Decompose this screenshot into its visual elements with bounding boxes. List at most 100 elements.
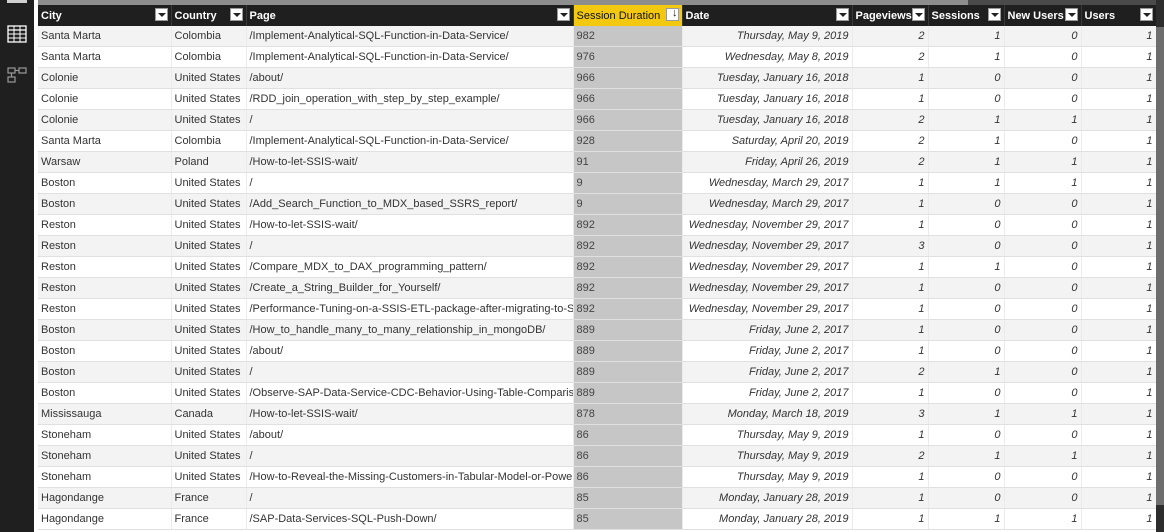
cell-city[interactable]: Reston [38,298,172,320]
column-header-new-users[interactable]: New Users [1004,5,1082,26]
cell-sessions[interactable]: 0 [928,487,1005,509]
cell-new-users[interactable]: 1 [1004,109,1082,131]
table-row[interactable]: Stoneham United States/86 Thursday, May 9,… [38,445,1156,467]
cell-new-users[interactable]: 0 [1004,235,1082,257]
cell-session-duration[interactable]: 892 [573,256,683,278]
cell-sessions[interactable]: 0 [928,193,1005,215]
cell-page[interactable]: /about/ [246,424,574,446]
cell-users[interactable]: 1 [1081,508,1156,530]
filter-dropdown-icon[interactable] [911,8,925,21]
cell-new-users[interactable]: 0 [1004,130,1082,152]
cell-session-duration[interactable]: 9 [573,193,683,215]
cell-page[interactable]: /How_to_handle_many_to_many_relationship… [246,319,574,341]
cell-pageviews[interactable]: 1 [852,277,929,299]
cell-session-duration[interactable]: 85 [573,487,683,509]
cell-users[interactable]: 1 [1081,151,1156,173]
cell-new-users[interactable]: 0 [1004,88,1082,110]
cell-city[interactable]: Colonie [38,109,172,131]
cell-date[interactable]: Wednesday, November 29, 2017 [682,235,853,257]
cell-country[interactable]: United States [171,466,247,488]
table-row[interactable]: Hagondange France/85 Monday, January 28, 2… [38,487,1156,509]
cell-date[interactable]: Wednesday, November 29, 2017 [682,214,853,236]
model-view-icon[interactable] [6,64,28,86]
cell-session-duration[interactable]: 966 [573,109,683,131]
cell-country[interactable]: United States [171,109,247,131]
table-row[interactable]: Mississauga Canada/How-to-let-SSIS-wait/8… [38,403,1156,425]
table-row[interactable]: Reston United States/Create_a_String_Buil… [38,277,1156,299]
vertical-scrollbar[interactable] [1156,0,1164,532]
table-row[interactable]: Stoneham United States/How-to-Reveal-the-… [38,466,1156,488]
cell-country[interactable]: France [171,487,247,509]
cell-pageviews[interactable]: 1 [852,340,929,362]
cell-city[interactable]: Colonie [38,67,172,89]
table-row[interactable]: Hagondange France/SAP-Data-Services-SQL-P… [38,508,1156,530]
cell-sessions[interactable]: 1 [928,361,1005,383]
cell-sessions[interactable]: 0 [928,424,1005,446]
cell-sessions[interactable]: 1 [928,256,1005,278]
cell-users[interactable]: 1 [1081,256,1156,278]
column-header-users[interactable]: Users [1081,5,1156,26]
cell-pageviews[interactable]: 2 [852,130,929,152]
cell-new-users[interactable]: 0 [1004,466,1082,488]
filter-dropdown-icon[interactable] [556,8,570,21]
cell-page[interactable]: / [246,361,574,383]
cell-users[interactable]: 1 [1081,88,1156,110]
cell-session-duration[interactable]: 889 [573,340,683,362]
cell-users[interactable]: 1 [1081,403,1156,425]
cell-pageviews[interactable]: 1 [852,319,929,341]
cell-session-duration[interactable]: 889 [573,319,683,341]
cell-session-duration[interactable]: 976 [573,46,683,68]
cell-city[interactable]: Hagondange [38,487,172,509]
cell-pageviews[interactable]: 1 [852,193,929,215]
cell-date[interactable]: Wednesday, May 8, 2019 [682,46,853,68]
cell-city[interactable]: Reston [38,235,172,257]
table-row[interactable]: Boston United States/889 Friday, June 2, 2… [38,361,1156,383]
cell-session-duration[interactable]: 928 [573,130,683,152]
cell-date[interactable]: Wednesday, November 29, 2017 [682,256,853,278]
cell-session-duration[interactable]: 878 [573,403,683,425]
table-row[interactable]: Boston United States/How_to_handle_many_t… [38,319,1156,341]
cell-city[interactable]: Santa Marta [38,46,172,68]
cell-new-users[interactable]: 0 [1004,256,1082,278]
cell-city[interactable]: Reston [38,277,172,299]
data-view-icon[interactable] [6,23,28,45]
cell-users[interactable]: 1 [1081,424,1156,446]
cell-sessions[interactable]: 0 [928,214,1005,236]
cell-session-duration[interactable]: 91 [573,151,683,173]
cell-users[interactable]: 1 [1081,235,1156,257]
cell-new-users[interactable]: 0 [1004,26,1082,47]
cell-session-duration[interactable]: 892 [573,277,683,299]
cell-users[interactable]: 1 [1081,214,1156,236]
cell-date[interactable]: Thursday, May 9, 2019 [682,445,853,467]
cell-page[interactable]: /Implement-Analytical-SQL-Function-in-Da… [246,26,574,47]
table-row[interactable]: Reston United States/Performance-Tuning-o… [38,298,1156,320]
sort-descending-icon[interactable]: ↓ [672,7,678,19]
cell-new-users[interactable]: 0 [1004,382,1082,404]
cell-country[interactable]: United States [171,88,247,110]
cell-country[interactable]: United States [171,340,247,362]
cell-country[interactable]: United States [171,361,247,383]
cell-new-users[interactable]: 0 [1004,319,1082,341]
cell-city[interactable]: Santa Marta [38,130,172,152]
cell-pageviews[interactable]: 3 [852,235,929,257]
cell-city[interactable]: Stoneham [38,466,172,488]
cell-date[interactable]: Friday, June 2, 2017 [682,382,853,404]
cell-country[interactable]: United States [171,256,247,278]
cell-country[interactable]: United States [171,193,247,215]
cell-session-duration[interactable]: 9 [573,172,683,194]
cell-new-users[interactable]: 1 [1004,403,1082,425]
cell-users[interactable]: 1 [1081,46,1156,68]
cell-country[interactable]: United States [171,235,247,257]
cell-pageviews[interactable]: 1 [852,172,929,194]
cell-pageviews[interactable]: 3 [852,403,929,425]
cell-sessions[interactable]: 0 [928,235,1005,257]
cell-pageviews[interactable]: 2 [852,361,929,383]
cell-country[interactable]: United States [171,382,247,404]
cell-new-users[interactable]: 0 [1004,277,1082,299]
cell-city[interactable]: Boston [38,319,172,341]
filter-dropdown-icon[interactable] [229,8,243,21]
cell-sessions[interactable]: 0 [928,319,1005,341]
cell-pageviews[interactable]: 1 [852,466,929,488]
table-row[interactable]: Santa Marta Colombia/Implement-Analytical… [38,46,1156,68]
cell-sessions[interactable]: 0 [928,67,1005,89]
